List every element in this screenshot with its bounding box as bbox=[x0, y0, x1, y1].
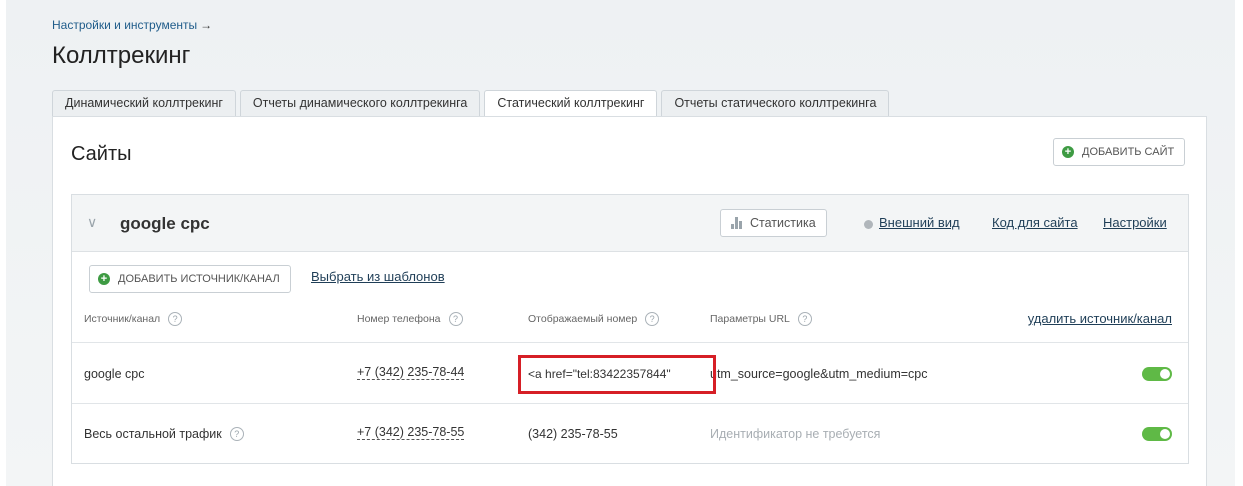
bar-chart-icon bbox=[731, 217, 743, 229]
row-source: Весь остальной трафик ? bbox=[84, 427, 244, 441]
breadcrumb-arrow-icon: → bbox=[200, 18, 213, 32]
highlight-box bbox=[518, 355, 716, 394]
tab-dynamic-calltracking[interactable]: Динамический коллтрекинг bbox=[52, 90, 236, 116]
tab-dynamic-reports[interactable]: Отчеты динамического коллтрекинга bbox=[239, 90, 481, 116]
tab-static-calltracking[interactable]: Статический коллтрекинг bbox=[484, 90, 658, 117]
column-header-url: Параметры URL ? bbox=[710, 312, 812, 326]
column-phone-label: Номер телефона bbox=[357, 313, 441, 325]
sites-panel: Сайты + ДОБАВИТЬ САЙТ ∨ google cpc Стати… bbox=[52, 116, 1207, 486]
column-display-label: Отображаемый номер bbox=[528, 313, 638, 325]
column-header-source: Источник/канал ? bbox=[84, 312, 183, 326]
column-source-label: Источник/канал bbox=[84, 313, 161, 325]
page-title: Коллтрекинг bbox=[52, 42, 191, 69]
help-icon[interactable]: ? bbox=[645, 312, 660, 326]
help-icon[interactable]: ? bbox=[448, 312, 463, 326]
row-display-number: (342) 235-78-55 bbox=[528, 427, 618, 441]
row-url-params: Идентификатор не требуется bbox=[710, 427, 881, 441]
site-name: google cpc bbox=[120, 214, 210, 233]
chevron-down-icon[interactable]: ∨ bbox=[87, 214, 97, 231]
tab-bar: Динамический коллтрекинг Отчеты динамиче… bbox=[52, 90, 893, 117]
add-site-button[interactable]: + ДОБАВИТЬ САЙТ bbox=[1053, 138, 1186, 166]
column-header-phone: Номер телефона ? bbox=[357, 312, 463, 326]
enable-toggle[interactable] bbox=[1142, 367, 1172, 381]
site-header: ∨ google cpc Статистика Внешний вид Код … bbox=[72, 195, 1188, 252]
row-url-params[interactable]: utm_source=google&utm_medium=cpc bbox=[710, 367, 927, 381]
statistics-button[interactable]: Статистика bbox=[720, 209, 827, 237]
row-source: google cpc bbox=[84, 367, 145, 381]
status-dot-icon bbox=[864, 220, 873, 229]
enable-toggle[interactable] bbox=[1142, 427, 1172, 441]
help-icon[interactable]: ? bbox=[797, 312, 812, 326]
tab-static-reports[interactable]: Отчеты статического коллтрекинга bbox=[661, 90, 890, 116]
toggle-knob bbox=[1160, 429, 1170, 439]
site-code-link[interactable]: Код для сайта bbox=[992, 215, 1078, 230]
statistics-label: Статистика bbox=[750, 216, 816, 230]
add-source-label: ДОБАВИТЬ ИСТОЧНИК/КАНАЛ bbox=[118, 273, 280, 285]
appearance-link[interactable]: Внешний вид bbox=[879, 215, 960, 230]
right-margin bbox=[1235, 0, 1243, 486]
section-title: Сайты bbox=[71, 143, 132, 165]
plus-circle-icon: + bbox=[1062, 146, 1074, 158]
delete-source-link[interactable]: удалить источник/канал bbox=[1028, 311, 1172, 326]
row-divider bbox=[72, 342, 1188, 343]
choose-template-link[interactable]: Выбрать из шаблонов bbox=[311, 269, 445, 284]
breadcrumb[interactable]: Настройки и инструменты → bbox=[52, 18, 212, 32]
column-url-label: Параметры URL bbox=[710, 313, 790, 325]
add-site-label: ДОБАВИТЬ САЙТ bbox=[1082, 146, 1175, 158]
left-margin bbox=[0, 0, 6, 486]
help-icon[interactable]: ? bbox=[168, 312, 183, 326]
row-phone-link[interactable]: +7 (342) 235-78-44 bbox=[357, 365, 465, 380]
site-card: ∨ google cpc Статистика Внешний вид Код … bbox=[71, 194, 1189, 464]
toggle-knob bbox=[1160, 369, 1170, 379]
plus-circle-icon: + bbox=[98, 273, 110, 285]
column-header-display: Отображаемый номер ? bbox=[528, 312, 660, 326]
settings-link[interactable]: Настройки bbox=[1103, 215, 1167, 230]
row-divider bbox=[72, 403, 1188, 404]
breadcrumb-link[interactable]: Настройки и инструменты bbox=[52, 18, 197, 32]
row-source-label: Весь остальной трафик bbox=[84, 427, 222, 441]
add-source-button[interactable]: + ДОБАВИТЬ ИСТОЧНИК/КАНАЛ bbox=[89, 265, 291, 293]
help-icon[interactable]: ? bbox=[229, 427, 244, 441]
row-phone-link[interactable]: +7 (342) 235-78-55 bbox=[357, 425, 465, 440]
